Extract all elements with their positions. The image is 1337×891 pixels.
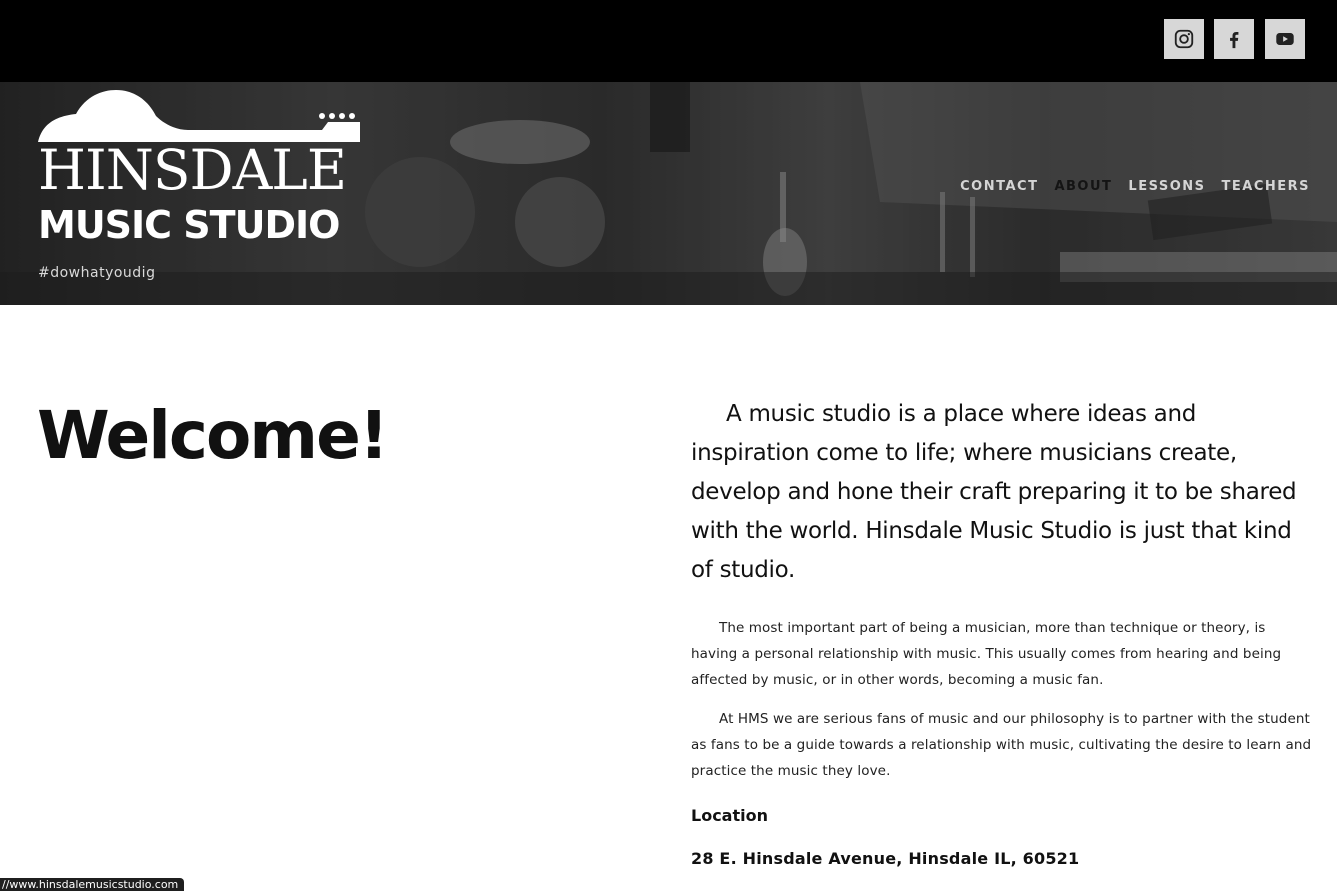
facebook-icon — [1230, 31, 1239, 49]
tagline: #dowhatyoudig — [38, 265, 156, 281]
about-paragraph-2: At HMS we are serious fans of music and … — [691, 711, 1312, 779]
about-content: A music studio is a place where ideas an… — [691, 395, 1313, 871]
location-address: 28 E. Hinsdale Avenue, Hinsdale IL, 6052… — [691, 849, 1080, 868]
instagram-link[interactable] — [1164, 19, 1204, 59]
status-bar-url: //www.hinsdalemusicstudio.com — [0, 878, 185, 891]
nav-contact[interactable]: CONTACT — [960, 179, 1038, 194]
location-heading: Location — [691, 806, 768, 825]
about-paragraph-1: The most important part of being a music… — [691, 620, 1282, 688]
logo-hinsdale-text: HINSDALE — [38, 138, 347, 202]
main-navigation: CONTACT ABOUT LESSONS TEACHERS — [944, 179, 1310, 194]
instagram-icon — [1174, 29, 1194, 49]
nav-about[interactable]: ABOUT — [1054, 179, 1112, 194]
page-title: Welcome! — [37, 397, 389, 474]
facebook-link[interactable] — [1214, 19, 1254, 59]
nav-teachers[interactable]: TEACHERS — [1222, 179, 1310, 194]
top-bar — [0, 0, 1337, 82]
youtube-icon — [1276, 33, 1294, 45]
site-logo[interactable]: HINSDALE MUSIC STUDIO — [38, 90, 360, 250]
hero-banner: HINSDALE MUSIC STUDIO #dowhatyoudig CONT… — [0, 82, 1337, 305]
nav-lessons[interactable]: LESSONS — [1128, 179, 1205, 194]
logo-music-studio-text: MUSIC STUDIO — [38, 203, 340, 247]
youtube-link[interactable] — [1265, 19, 1305, 59]
intro-lead: A music studio is a place where ideas an… — [691, 401, 1297, 583]
